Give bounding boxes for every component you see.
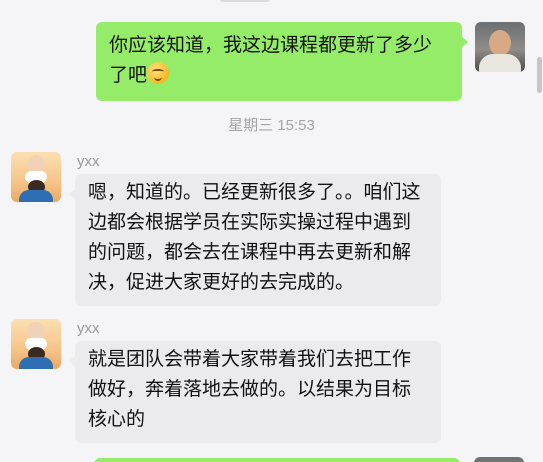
contact-avatar[interactable] bbox=[11, 152, 61, 202]
sender-name: yxx bbox=[77, 320, 100, 337]
previous-message-remnant bbox=[220, 0, 270, 2]
incoming-message-column: yxx 嗯，知道的。已经更新很多了。。咱们这边都会根据学员在实际实操过程中遇到的… bbox=[69, 152, 441, 306]
self-avatar[interactable] bbox=[475, 22, 525, 72]
outgoing-message-bubble[interactable]: 你应该知道，我这边课程都更新了多少了吧 bbox=[96, 22, 468, 101]
message-timestamp: 星期三 15:53 bbox=[228, 117, 315, 134]
incoming-message-text: 就是团队会带着大家带着我们去把工作做好，奔着落地去做的。以结果为目标核心的 bbox=[88, 349, 412, 430]
next-outgoing-message-bubble[interactable] bbox=[94, 458, 460, 462]
chat-scrollbar[interactable] bbox=[537, 0, 543, 462]
contact-avatar[interactable] bbox=[11, 319, 61, 369]
avatar-adult-body bbox=[19, 190, 53, 202]
avatar-adult-body bbox=[19, 357, 53, 369]
scrollbar-thumb[interactable] bbox=[537, 57, 542, 93]
incoming-message-bubble[interactable]: 就是团队会带着大家带着我们去把工作做好，奔着落地去做的。以结果为目标核心的 bbox=[69, 341, 441, 443]
sender-name: yxx bbox=[77, 153, 100, 170]
avatar-shirt bbox=[479, 54, 521, 72]
chat-history-panel[interactable]: 你应该知道，我这边课程都更新了多少了吧 星期三 15:53 yxx 嗯，知道的。… bbox=[0, 0, 543, 462]
avatar-face bbox=[489, 30, 511, 56]
incoming-message-text: 嗯，知道的。已经更新很多了。。咱们这边都会根据学员在实际实操过程中遇到的问题，都… bbox=[88, 182, 421, 293]
self-avatar[interactable] bbox=[474, 457, 524, 462]
outgoing-message: 你应该知道，我这边课程都更新了多少了吧 bbox=[96, 22, 525, 101]
incoming-message-column: yxx 就是团队会带着大家带着我们去把工作做好，奔着落地去做的。以结果为目标核心… bbox=[69, 319, 441, 443]
incoming-message: yxx 嗯，知道的。已经更新很多了。。咱们这边都会根据学员在实际实操过程中遇到的… bbox=[11, 152, 441, 306]
incoming-message-bubble[interactable]: 嗯，知道的。已经更新很多了。。咱们这边都会根据学员在实际实操过程中遇到的问题，都… bbox=[69, 174, 441, 306]
thinking-face-emoji-icon bbox=[147, 62, 170, 84]
incoming-message: yxx 就是团队会带着大家带着我们去把工作做好，奔着落地去做的。以结果为目标核心… bbox=[11, 319, 441, 443]
